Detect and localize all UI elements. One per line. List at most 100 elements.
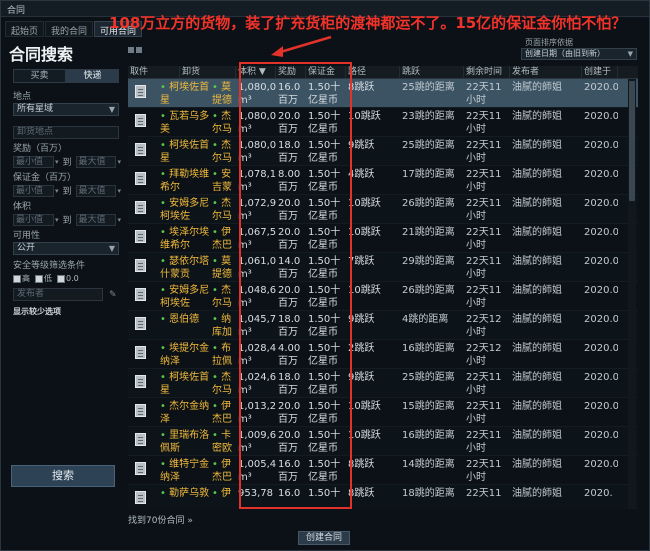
jumps-cell: 14跳的距离 — [402, 459, 455, 470]
security-dot-icon: • — [160, 314, 170, 325]
table-row[interactable]: • 瑟依尔塔什蒙贡• 莫提德1,061,089 m³14.0百万 1.50十亿星币… — [128, 253, 638, 282]
contract-document-icon — [135, 433, 146, 446]
search-button[interactable]: 搜索 — [11, 465, 115, 487]
tab-start-page[interactable]: 起始页 — [5, 21, 45, 37]
volume-range: 最小值 ▾ 到 最大值 ▾ — [13, 213, 121, 226]
chevron-down-icon: ▼ — [108, 244, 115, 253]
jumps-cell: 25跳的距离 — [402, 372, 455, 383]
table-row[interactable]: • 埃泽尔埃维希尔• 伊杰巴1,067,521 m³20.0百万 1.50十亿星币… — [128, 224, 638, 253]
col-volume[interactable]: 体积 ▼ — [236, 66, 276, 78]
collateral-max-input[interactable]: 最大值 — [75, 184, 117, 197]
table-row[interactable]: • 埃提尔金纳泽• 布拉佩1,028,447 m³4.00百万 1.50十亿星币 2… — [128, 340, 638, 369]
security-dot-icon: • — [160, 401, 170, 412]
availability-select[interactable]: 公开 ▼ — [13, 242, 119, 255]
remaining-cell: 22天11小时 — [466, 140, 502, 164]
col-remaining[interactable]: 剩余时间 — [464, 66, 510, 78]
route-cell: 7跳跃 — [348, 256, 375, 267]
type-item-exchange-button[interactable]: 买卖 — [13, 69, 66, 83]
volume-cell: 1,072,935 m³ — [238, 198, 276, 222]
issuer-cell: 油腻的師姐 — [512, 140, 562, 151]
tab-my-contracts[interactable]: 我的合同 — [45, 21, 94, 37]
issuer-input[interactable]: 发布者 — [13, 288, 103, 301]
table-row[interactable]: • 里瑞布洛佩斯• 卡密欧1,009,675 m³20.0百万 1.50十亿星币 1… — [128, 427, 638, 456]
chevron-down-icon[interactable]: ▾ — [55, 158, 59, 166]
location-select[interactable]: 所有星域 ▼ — [13, 103, 119, 116]
reward-cell: 16.0 — [278, 488, 301, 499]
table-row[interactable]: • 安姆多尼柯埃佐• 杰尔马1,048,605 m³20.0百万 1.50十亿星币… — [128, 282, 638, 311]
contract-icon — [128, 427, 158, 455]
reward-max-input[interactable]: 最大值 — [75, 155, 117, 168]
view-mode-toggle[interactable] — [128, 47, 144, 53]
chevron-down-icon[interactable]: ▾ — [117, 158, 121, 166]
nullsec-checkbox[interactable] — [57, 274, 65, 283]
col-issuer[interactable]: 发布者 — [510, 66, 582, 78]
contract-document-icon — [135, 114, 146, 127]
remaining-cell: 22天12小时 — [466, 343, 502, 367]
sort-select[interactable]: 创建日期（由旧到新） ▼ — [521, 48, 637, 60]
security-dot-icon: • — [212, 401, 222, 412]
table-row[interactable]: • 杰尔金纳泽• 伊杰巴1,013,272 m³20.0百万 1.50十亿星币 10… — [128, 398, 638, 427]
table-row[interactable]: • 勒萨乌敦 • 伊 953,78 16.0 1.50十 8跳跃 18跳的距离 22天11 油腻… — [128, 485, 638, 509]
pin-icon[interactable]: ✎ — [109, 290, 117, 300]
table-row[interactable]: • 柯埃佐首星• 杰尔马1,080,000 m³18.0百万 1.50十亿星币 9跳… — [128, 137, 638, 166]
col-jumps[interactable]: 跳跃 — [400, 66, 464, 78]
type-courier-button[interactable]: 快递 — [66, 69, 119, 83]
created-cell: 2020. — [584, 488, 613, 499]
create-contract-button[interactable]: 创建合同 — [298, 531, 350, 545]
security-dot-icon: • — [160, 430, 170, 441]
col-created[interactable]: 创建于 — [582, 66, 618, 78]
reward-cell: 20.0百万 — [278, 198, 301, 222]
reward-min-input[interactable]: 最小值 — [13, 155, 54, 168]
remaining-cell: 22天11小时 — [466, 82, 502, 106]
created-cell: 2020.08.11 — [584, 82, 618, 93]
table-row[interactable]: • 柯埃佐首星• 杰尔马1,024,673 m³18.0百万 1.50十亿星币 9跳… — [128, 369, 638, 398]
results-count[interactable]: 找到70份合同 » — [128, 513, 193, 526]
table-row[interactable]: • 安姆多尼柯埃佐• 杰尔马1,072,935 m³20.0百万 1.50十亿星币… — [128, 195, 638, 224]
security-dot-icon: • — [212, 140, 222, 151]
table-row[interactable]: • 柯埃佐首星• 莫提德1,080,000 m³16.0百万 1.50十亿星币 8跳… — [128, 79, 638, 108]
collateral-cell: 1.50十亿星币 — [308, 227, 341, 251]
collateral-min-input[interactable]: 最小值 — [13, 184, 54, 197]
lowsec-label: 低 — [44, 274, 52, 283]
table-row[interactable]: • 维特宁金纳泽• 伊杰巴1,005,427 m³16.0百万 1.50十亿星币 8… — [128, 456, 638, 485]
chevron-down-icon[interactable]: ▾ — [55, 187, 59, 195]
pickup-cell: • 拜勒埃维希尔 — [158, 166, 210, 194]
chevron-down-icon[interactable]: ▾ — [55, 216, 59, 224]
security-dot-icon: • — [160, 372, 170, 383]
drop-cell: • 莫提德 — [210, 79, 236, 107]
col-pickup[interactable]: 取件 — [128, 66, 180, 78]
pickup-text[interactable]: 恩伯德 — [169, 314, 199, 325]
lowsec-checkbox[interactable] — [35, 274, 43, 283]
table-row[interactable]: • 拜勒埃维希尔• 安吉蒙1,078,187 m³8.00百万 1.50十亿星币 4… — [128, 166, 638, 195]
drop-location-input[interactable]: 卸货地点 — [13, 126, 119, 139]
table-row[interactable]: • 瓦若乌多美• 杰尔马1,080,000 m³20.0百万 1.50十亿星币 10… — [128, 108, 638, 137]
show-less-options-link[interactable]: 显示较少选项 — [13, 306, 121, 317]
range-to-label: 到 — [62, 187, 72, 197]
issuer-cell: 油腻的師姐 — [512, 227, 562, 238]
volume-min-input[interactable]: 最小值 — [13, 213, 54, 226]
pickup-cell: • 勒萨乌敦 — [158, 485, 210, 509]
collateral-cell: 1.50十亿星币 — [308, 140, 341, 164]
pickup-text[interactable]: 勒萨乌敦 — [169, 488, 209, 499]
drop-text[interactable]: 伊 — [221, 488, 231, 499]
grid-view-icon[interactable] — [128, 47, 134, 53]
list-view-icon[interactable] — [136, 47, 142, 53]
issuer-cell: 油腻的師姐 — [512, 111, 562, 122]
chevron-down-icon[interactable]: ▾ — [117, 216, 121, 224]
chevron-down-icon[interactable]: ▾ — [117, 187, 121, 195]
jumps-cell: 21跳的距离 — [402, 227, 455, 238]
scrollbar-thumb[interactable] — [629, 81, 635, 201]
col-route[interactable]: 路径 — [346, 66, 400, 78]
pickup-cell: • 安姆多尼柯埃佐 — [158, 195, 210, 223]
table-row[interactable]: • 恩伯德• 纳库加1,045,768 m³18.0百万1.50十亿星币9跳跃4… — [128, 311, 638, 340]
reward-cell: 16.0百万 — [278, 459, 301, 483]
jumps-cell: 26跳的距离 — [402, 285, 455, 296]
col-reward[interactable]: 奖励 — [276, 66, 306, 78]
highsec-checkbox[interactable] — [13, 274, 21, 283]
security-dot-icon: • — [212, 227, 222, 238]
col-collateral[interactable]: 保证金 — [306, 66, 346, 78]
col-drop[interactable]: 卸货 — [180, 66, 236, 78]
reward-cell: 14.0百万 — [278, 256, 301, 280]
drop-cell: • 伊杰巴 — [210, 224, 236, 252]
volume-max-input[interactable]: 最大值 — [75, 213, 117, 226]
